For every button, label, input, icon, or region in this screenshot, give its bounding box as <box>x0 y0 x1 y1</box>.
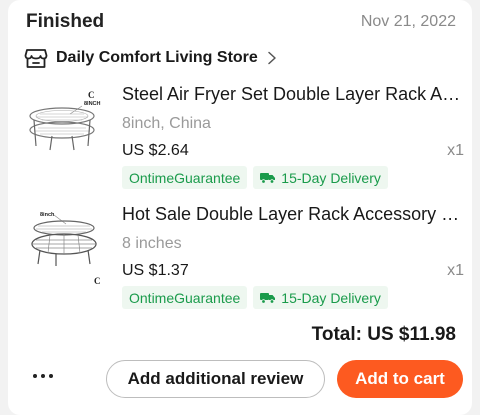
product-quantity: x1 <box>447 262 464 279</box>
product-image[interactable]: C 8INCH <box>26 84 102 168</box>
image-label: 8inch <box>40 212 55 218</box>
tag-label: 15-Day Delivery <box>281 169 381 186</box>
delivery-tag: 15-Day Delivery <box>253 166 388 189</box>
add-review-button[interactable]: Add additional review <box>106 360 325 398</box>
order-total: Total: US $11.98 <box>311 324 456 345</box>
dot <box>41 374 45 378</box>
more-dots-icon[interactable] <box>28 364 58 388</box>
image-letter: C <box>88 90 95 100</box>
service-tags: OntimeGuarantee 15-Day Delivery <box>122 166 388 189</box>
product-variant: 8 inches <box>122 235 182 252</box>
truck-icon <box>260 292 276 304</box>
order-item[interactable]: C 8INCH Steel Air Fryer Set Double Layer… <box>16 80 472 196</box>
tag-label: OntimeGuarantee <box>129 169 241 186</box>
ontime-guarantee-tag: OntimeGuarantee <box>122 166 248 189</box>
store-name: Daily Comfort Living Store <box>56 49 258 66</box>
order-status: Finished <box>26 11 105 32</box>
order-item[interactable]: 8inch C Hot Sale Double Layer Rack Acces… <box>16 200 472 316</box>
chevron-right-icon <box>266 51 278 65</box>
ontime-guarantee-tag: OntimeGuarantee <box>122 286 248 309</box>
product-title[interactable]: Hot Sale Double Layer Rack Accessory for… <box>122 204 464 225</box>
product-image[interactable]: 8inch C <box>26 204 102 288</box>
product-price: US $2.64 <box>122 142 189 159</box>
image-letter: C <box>94 276 101 286</box>
dot <box>33 374 37 378</box>
order-card: Finished Nov 21, 2022 Daily Comfort Livi… <box>8 0 472 415</box>
add-to-cart-button[interactable]: Add to cart <box>337 360 463 398</box>
tag-label: OntimeGuarantee <box>129 289 241 306</box>
truck-icon <box>260 172 276 184</box>
store-link[interactable]: Daily Comfort Living Store <box>24 46 278 70</box>
product-quantity: x1 <box>447 142 464 159</box>
product-title[interactable]: Steel Air Fryer Set Double Layer Rack Ac… <box>122 84 464 105</box>
delivery-tag: 15-Day Delivery <box>253 286 388 309</box>
dot <box>49 374 53 378</box>
service-tags: OntimeGuarantee 15-Day Delivery <box>122 286 388 309</box>
product-price: US $1.37 <box>122 262 189 279</box>
order-date: Nov 21, 2022 <box>360 13 456 30</box>
product-variant: 8inch, China <box>122 115 211 132</box>
store-icon <box>24 47 48 69</box>
tag-label: 15-Day Delivery <box>281 289 381 306</box>
image-label: 8INCH <box>84 101 101 107</box>
